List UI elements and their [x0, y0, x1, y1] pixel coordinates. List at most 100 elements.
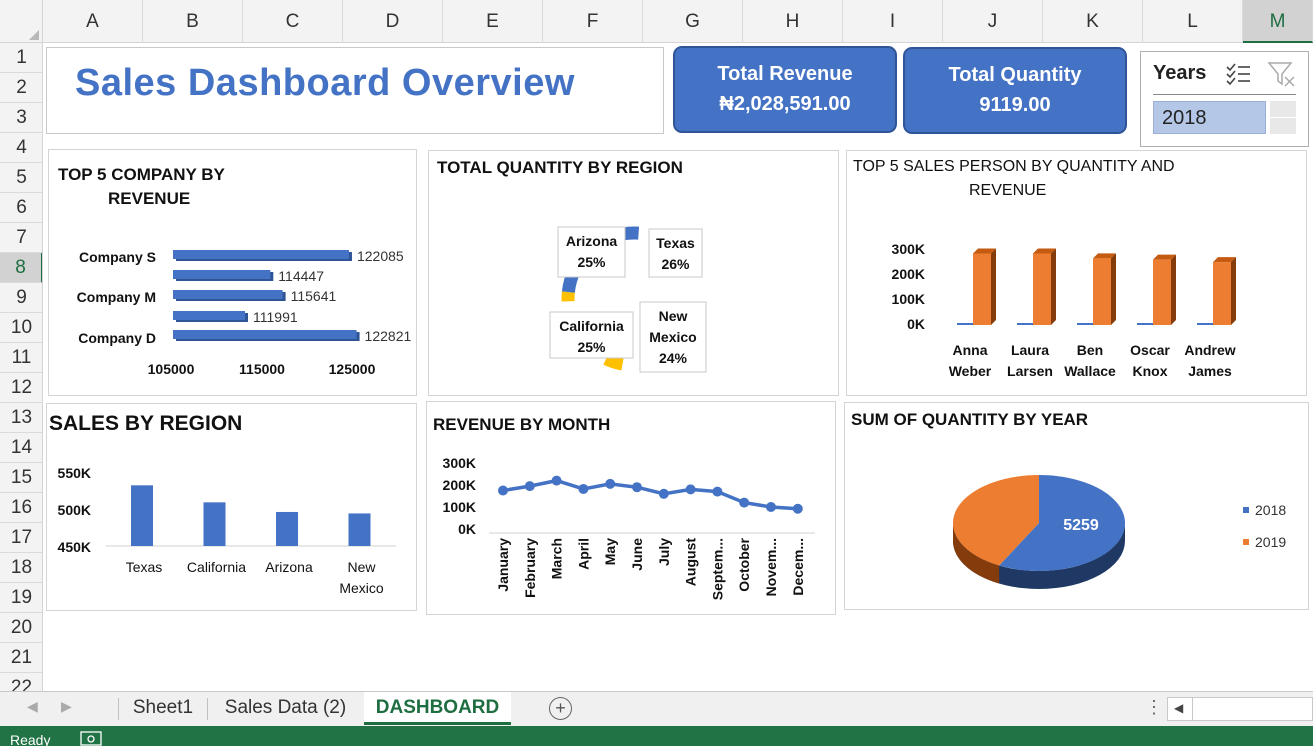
sales-category-label: Laura	[1011, 342, 1049, 358]
row-5[interactable]: 5	[0, 163, 42, 193]
tab-splitter-icon[interactable]: ⋮	[1145, 697, 1163, 718]
row-7[interactable]: 7	[0, 223, 42, 253]
kpi-quantity-value: 9119.00	[979, 94, 1051, 116]
chart-revenue-month[interactable]: REVENUE BY MONTH 0K 100K 200K 300K January Fe…	[426, 401, 836, 615]
tab-dashboard[interactable]: DASHBOARD	[364, 692, 511, 725]
salesreg-bar-1	[203, 502, 226, 546]
row-6[interactable]: 6	[0, 193, 42, 223]
chart-region-donut[interactable]: TOTAL QUANTITY BY REGION Arizona 25% Texas…	[428, 150, 839, 396]
row-3[interactable]: 3	[0, 103, 42, 133]
col-d[interactable]: D	[343, 0, 443, 43]
revenue-point-3	[578, 483, 589, 494]
month-category-label: Septem...	[709, 538, 725, 600]
slicer-item-2018[interactable]: 2018	[1153, 101, 1266, 134]
col-e[interactable]: E	[443, 0, 543, 43]
donut-region-label: New	[659, 308, 688, 324]
company-bar-0-label: 122085	[357, 248, 404, 264]
row-10[interactable]: 10	[0, 313, 42, 343]
sales-rev-bar-3	[1153, 259, 1171, 325]
row-14[interactable]: 14	[0, 433, 42, 463]
company-bar-1-label: 114447	[278, 268, 324, 284]
donut-pct-label: 24%	[659, 350, 688, 366]
chart-top-company[interactable]: TOP 5 COMPANY BY REVENUE 122085 114447 115…	[48, 149, 417, 396]
scroll-left-icon[interactable]: ◀	[1174, 701, 1183, 715]
col-a[interactable]: A	[43, 0, 143, 43]
kpi-total-quantity[interactable]: Total Quantity 9119.00	[903, 47, 1127, 134]
company-x-tick: 115000	[239, 361, 285, 377]
row-13[interactable]: 13	[0, 403, 42, 433]
slicer-scroll-up[interactable]	[1270, 101, 1296, 117]
sales-category-label: Anna	[953, 342, 988, 358]
chart-sales-region[interactable]: SALES BY REGION 450K 500K 550K Texas Califor…	[46, 403, 417, 611]
row-1[interactable]: 1	[0, 43, 42, 73]
sales-category-label: James	[1188, 363, 1232, 379]
month-y-tick: 100K	[443, 499, 476, 515]
chart-quantity-year[interactable]: SUM OF QUANTITY BY YEAR 5259 2018 2019	[844, 402, 1309, 610]
revenue-point-5	[632, 482, 642, 493]
sales-qty-bar-4	[1197, 323, 1213, 325]
month-y-tick: 300K	[443, 455, 476, 471]
row-16[interactable]: 16	[0, 493, 42, 523]
row-11[interactable]: 11	[0, 343, 42, 373]
company-bar-4	[173, 330, 357, 339]
row-18[interactable]: 18	[0, 553, 42, 583]
col-m[interactable]: M	[1243, 0, 1313, 43]
slicer-scroll-down[interactable]	[1270, 118, 1296, 134]
sales-category-label: Wallace	[1064, 363, 1116, 379]
kpi-revenue-value: ₦2,028,591.00	[719, 93, 851, 115]
company-category-label: Company S	[79, 249, 156, 265]
sales-rev-bar-0-side	[991, 248, 996, 325]
revenue-month-line-svg: 0K 100K 200K 300K January February March April M…	[443, 455, 815, 600]
years-slicer[interactable]: Years 2018	[1140, 51, 1309, 147]
row-15[interactable]: 15	[0, 463, 42, 493]
company-x-tick: 125000	[329, 361, 376, 377]
row-22[interactable]: 22	[0, 673, 42, 691]
sales-region-bar-svg: 450K 500K 550K Texas California Arizona New Mex…	[58, 465, 396, 596]
col-h[interactable]: H	[743, 0, 843, 43]
row-17[interactable]: 17	[0, 523, 42, 553]
row-12[interactable]: 12	[0, 373, 42, 403]
salesreg-y-tick: 450K	[58, 539, 91, 555]
row-20[interactable]: 20	[0, 613, 42, 643]
month-category-label: February	[522, 538, 538, 598]
row-19[interactable]: 19	[0, 583, 42, 613]
row-8[interactable]: 8	[0, 253, 42, 283]
select-all-corner[interactable]	[0, 0, 43, 43]
tab-scroll-right-icon[interactable]: ▶	[61, 698, 72, 715]
kpi-total-revenue[interactable]: Total Revenue ₦2,028,591.00	[673, 46, 897, 133]
chart-top-salesperson[interactable]: TOP 5 SALES PERSON BY QUANTITY AND REVEN…	[846, 150, 1307, 396]
col-l[interactable]: L	[1143, 0, 1243, 43]
tab-sheet1[interactable]: Sheet1	[119, 692, 207, 725]
col-k[interactable]: K	[1043, 0, 1143, 43]
donut-region-label: Texas	[656, 235, 695, 251]
row-9[interactable]: 9	[0, 283, 42, 313]
row-4[interactable]: 4	[0, 133, 42, 163]
col-f[interactable]: F	[543, 0, 643, 43]
tab-scroll-left-icon[interactable]: ◀	[27, 698, 38, 715]
clear-filter-icon[interactable]	[1267, 60, 1297, 88]
row-2[interactable]: 2	[0, 73, 42, 103]
month-category-label: March	[549, 538, 565, 579]
sales-y-tick: 0K	[907, 316, 925, 332]
revenue-point-4	[605, 478, 616, 489]
salesreg-category-label: California	[187, 559, 246, 575]
add-sheet-icon[interactable]: +	[549, 697, 572, 720]
col-c[interactable]: C	[243, 0, 343, 43]
sales-category-label: Knox	[1133, 363, 1168, 379]
horizontal-scrollbar[interactable]: ◀	[1167, 697, 1313, 721]
salesreg-bar-3	[348, 513, 371, 546]
month-category-label: May	[602, 538, 618, 565]
col-g[interactable]: G	[643, 0, 743, 43]
col-b[interactable]: B	[143, 0, 243, 43]
col-j[interactable]: J	[943, 0, 1043, 43]
macro-record-icon[interactable]	[80, 731, 102, 746]
row-21[interactable]: 21	[0, 643, 42, 673]
sales-rev-bar-1-side	[1051, 248, 1056, 325]
dashboard-title-box[interactable]: Sales Dashboard Overview	[46, 47, 664, 134]
donut-pct-label: 25%	[577, 254, 606, 270]
sales-qty-bar-3	[1137, 323, 1153, 325]
tab-sales-data-2[interactable]: Sales Data (2)	[208, 692, 363, 725]
col-i[interactable]: I	[843, 0, 943, 43]
multi-select-icon[interactable]	[1225, 62, 1251, 86]
revenue-point-8	[712, 486, 723, 497]
